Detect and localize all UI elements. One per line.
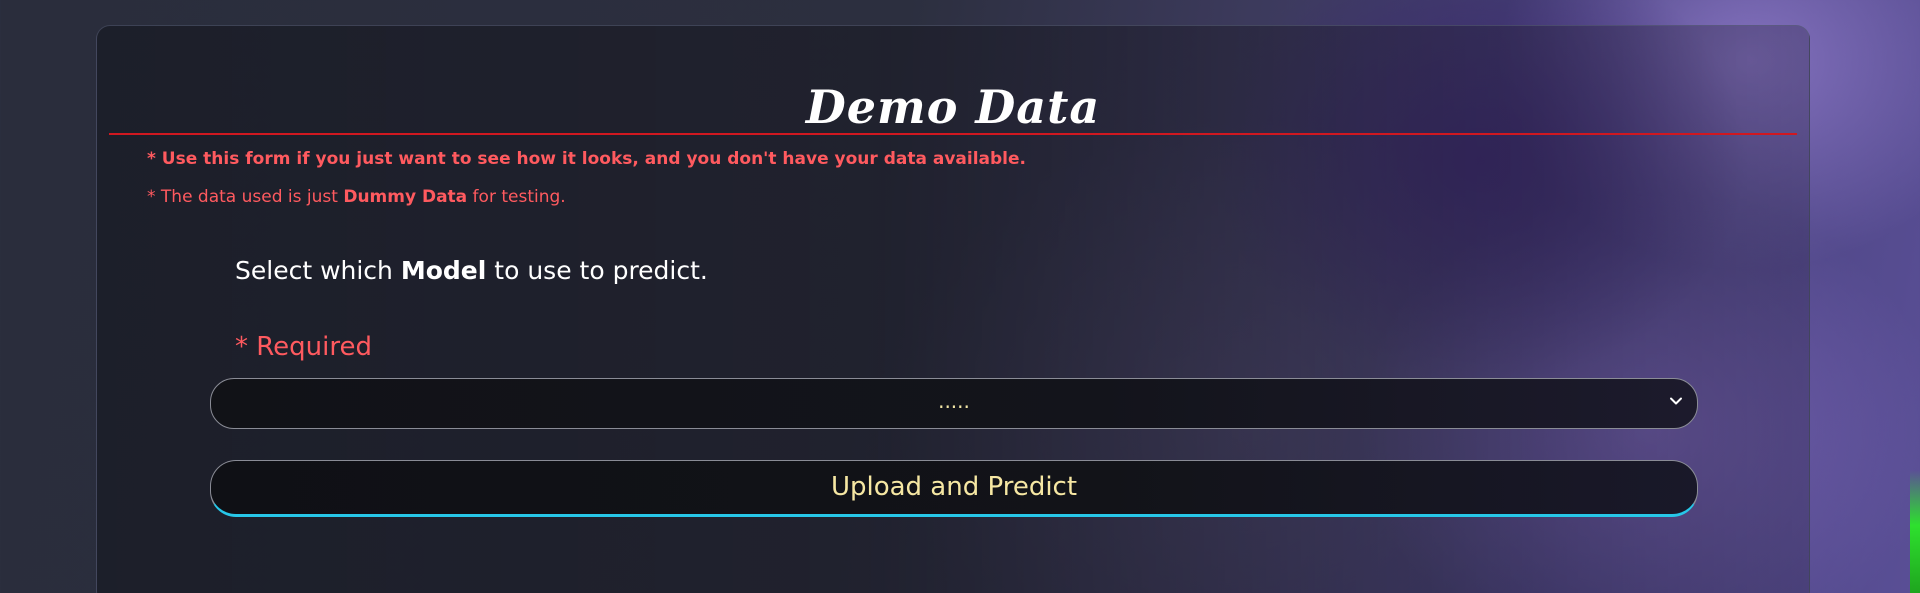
model-select[interactable]: .....	[210, 378, 1698, 429]
model-prompt-suffix: to use to predict.	[486, 256, 708, 285]
dummy-data-note-emphasis: Dummy Data	[343, 187, 468, 207]
dummy-data-note-suffix: for testing.	[467, 187, 566, 207]
model-prompt-prefix: Select which	[235, 256, 401, 285]
upload-and-predict-button[interactable]: Upload and Predict	[210, 460, 1698, 517]
dummy-data-note-prefix: * The data used is just	[147, 187, 344, 207]
card-title: Demo Data	[805, 80, 1101, 134]
required-label: * Required	[235, 332, 372, 362]
model-select-value: .....	[938, 389, 970, 413]
usage-note: * Use this form if you just want to see …	[147, 149, 1026, 169]
edge-glow	[1910, 470, 1920, 593]
dummy-data-note: * The data used is just Dummy Data for t…	[147, 187, 566, 207]
chevron-down-icon	[1670, 397, 1682, 405]
model-prompt: Select which Model to use to predict.	[235, 256, 708, 285]
model-prompt-emphasis: Model	[400, 256, 487, 285]
title-divider	[109, 133, 1797, 135]
demo-data-card: Demo Data * Use this form if you just wa…	[96, 25, 1810, 593]
